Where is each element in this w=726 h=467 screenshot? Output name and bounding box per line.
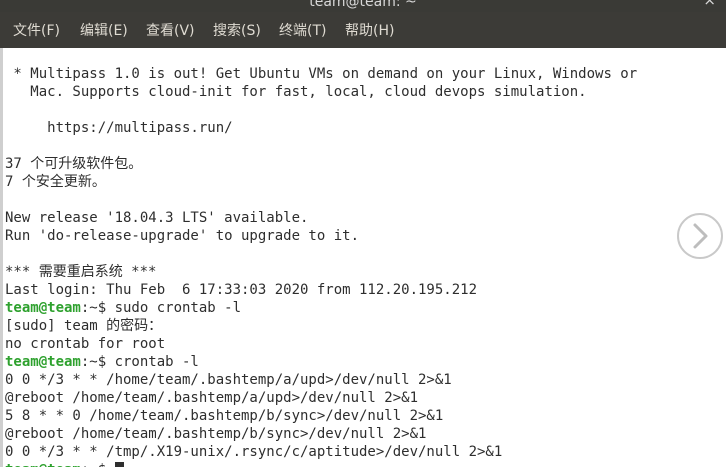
- menu-terminal[interactable]: 终端(T): [279, 22, 326, 40]
- command-text: sudo crontab -l: [114, 300, 242, 316]
- prompt-path: :~$: [80, 354, 115, 370]
- terminal-line: 0 0 */3 * * /tmp/.X19-unix/.rsync/c/apti…: [5, 444, 503, 460]
- terminal-line: *** 需要重启系统 ***: [5, 264, 157, 280]
- prompt-line: team@team:~$ crontab -l: [5, 353, 720, 371]
- menu-file[interactable]: 文件(F): [13, 22, 60, 40]
- prompt-user: team@team: [5, 462, 81, 467]
- terminal-line: Mac. Supports cloud-init for fast, local…: [5, 84, 587, 100]
- menu-help[interactable]: 帮助(H): [345, 22, 394, 40]
- prompt-line: team@team:~$: [5, 461, 720, 467]
- prompt-user: team@team: [5, 300, 81, 316]
- prompt-path: :~$: [80, 300, 115, 316]
- menu-edit[interactable]: 编辑(E): [80, 22, 128, 40]
- menu-search[interactable]: 搜索(S): [213, 22, 261, 40]
- terminal-line: Last login: Thu Feb 6 17:33:03 2020 from…: [5, 282, 478, 298]
- chevron-right-svg: [693, 223, 708, 249]
- terminal-line: no crontab for root: [5, 336, 166, 352]
- chevron-right-icon[interactable]: [677, 213, 723, 259]
- terminal-line: 37 个可升级软件包。: [5, 156, 143, 172]
- terminal-line: @reboot /home/team/.bashtemp/a/upd>/dev/…: [5, 390, 419, 406]
- window-edge: [0, 48, 3, 467]
- terminal-line: [sudo] team 的密码：: [5, 318, 163, 334]
- title-bar[interactable]: team@team: ~ ×: [0, 0, 726, 12]
- terminal-line: https://multipass.run/: [5, 120, 233, 136]
- terminal-window: team@team: ~ × 文件(F) 编辑(E) 查看(V) 搜索(S) 终…: [0, 0, 726, 467]
- terminal-output[interactable]: * Multipass 1.0 is out! Get Ubuntu VMs o…: [5, 65, 720, 467]
- menu-bar: 文件(F) 编辑(E) 查看(V) 搜索(S) 终端(T) 帮助(H): [0, 12, 726, 48]
- prompt-path: :~$: [81, 462, 115, 467]
- prompt-user: team@team: [5, 354, 81, 370]
- terminal-line: * Multipass 1.0 is out! Get Ubuntu VMs o…: [5, 66, 638, 82]
- close-icon[interactable]: ×: [703, 0, 716, 8]
- prompt-line: team@team:~$ sudo crontab -l: [5, 299, 720, 317]
- command-text: crontab -l: [114, 354, 199, 370]
- terminal-line: Run 'do-release-upgrade' to upgrade to i…: [5, 228, 360, 244]
- terminal-line: New release '18.04.3 LTS' available.: [5, 210, 309, 226]
- terminal-line: 5 8 * * 0 /home/team/.bashtemp/b/sync>/d…: [5, 408, 444, 424]
- terminal-cursor: [114, 462, 124, 467]
- menu-view[interactable]: 查看(V): [146, 22, 195, 40]
- terminal-line: 0 0 */3 * * /home/team/.bashtemp/a/upd>/…: [5, 372, 452, 388]
- terminal-line: 7 个安全更新。: [5, 174, 106, 190]
- window-title: team@team: ~: [309, 0, 417, 10]
- terminal-line: @reboot /home/team/.bashtemp/b/sync>/dev…: [5, 426, 427, 442]
